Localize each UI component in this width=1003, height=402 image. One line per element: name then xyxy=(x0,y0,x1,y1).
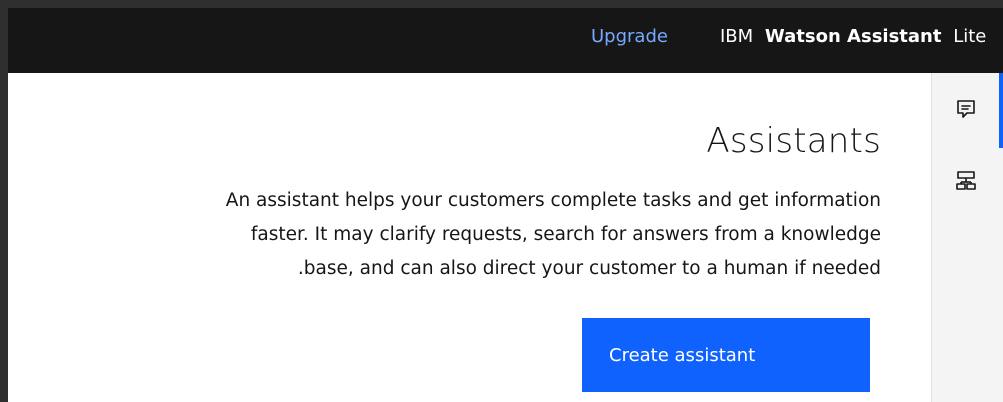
app-frame: Upgrade IBM Watson Assistant Lite Assist… xyxy=(0,0,1003,402)
page-description: An assistant helps your customers comple… xyxy=(81,184,881,286)
skills-icon[interactable] xyxy=(954,169,978,193)
description-line: .base, and can also direct your customer… xyxy=(297,258,881,279)
chat-icon[interactable] xyxy=(954,97,978,121)
description-line: An assistant helps your customers comple… xyxy=(225,190,881,211)
top-header: Upgrade IBM Watson Assistant Lite xyxy=(8,8,1003,73)
description-line: faster. It may clarify requests, search … xyxy=(250,224,881,245)
upgrade-link[interactable]: Upgrade xyxy=(591,26,668,47)
brand-prefix: IBM xyxy=(720,26,754,47)
create-assistant-button[interactable]: Create assistant xyxy=(582,318,870,392)
brand-name: Watson Assistant xyxy=(764,26,942,47)
main-content: Assistants An assistant helps your custo… xyxy=(8,73,931,402)
page-title: Assistants xyxy=(706,121,881,161)
brand-suffix: Lite xyxy=(953,26,987,47)
rail-active-indicator xyxy=(999,73,1003,148)
product-brand: IBM Watson Assistant Lite xyxy=(720,26,986,47)
side-rail xyxy=(931,73,1003,402)
